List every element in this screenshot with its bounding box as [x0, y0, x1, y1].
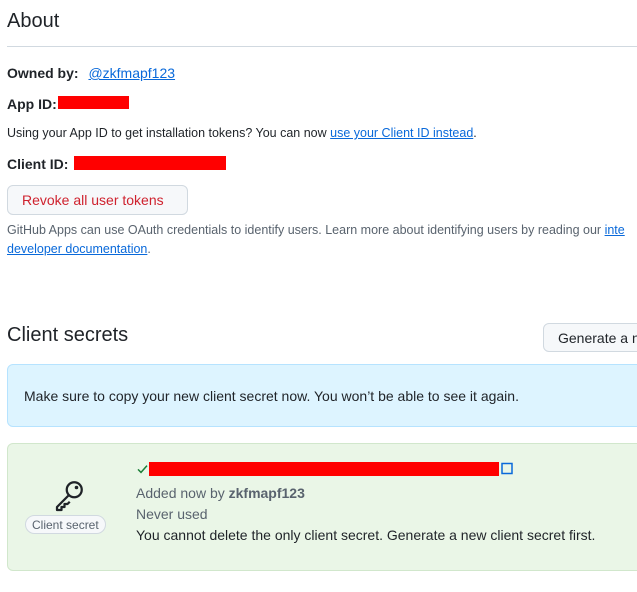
revoke-tokens-button[interactable]: Revoke all user tokens — [7, 185, 188, 215]
client-id-redacted — [74, 156, 226, 170]
oauth-link-start[interactable]: inte — [605, 223, 625, 237]
client-secrets-heading: Client secrets — [7, 324, 129, 346]
added-by-line: Added now by zkfmapf123 — [136, 485, 305, 501]
client-secret-redacted — [149, 462, 499, 476]
oauth-end: . — [147, 242, 151, 256]
app-id-redacted — [58, 96, 129, 109]
about-heading: About — [7, 10, 60, 32]
flash-notice: Make sure to copy your new client secret… — [7, 364, 637, 427]
client-id-notice-link[interactable]: use your Client ID instead — [330, 126, 473, 140]
client-id-notice: Using your App ID to get installation to… — [7, 126, 477, 140]
delete-notice: You cannot delete the only client secret… — [136, 527, 596, 543]
generate-secret-button[interactable]: Generate a ne — [543, 323, 637, 352]
client-id-notice-end: . — [473, 126, 477, 140]
copy-icon[interactable] — [501, 462, 513, 475]
usage-status: Never used — [136, 506, 208, 522]
added-text: Added now by — [136, 485, 229, 501]
client-id-row: Client ID: — [7, 156, 68, 172]
added-by-user: zkfmapf123 — [228, 485, 305, 501]
owned-by-label: Owned by: — [7, 65, 79, 81]
client-secret-label: Client secret — [25, 515, 106, 534]
app-id-row: App ID: — [7, 96, 57, 112]
divider — [7, 46, 637, 47]
owned-by-row: Owned by: @zkfmapf123 — [7, 65, 175, 81]
app-id-label: App ID: — [7, 96, 57, 112]
key-icon — [55, 481, 83, 512]
client-id-notice-text: Using your App ID to get installation to… — [7, 126, 331, 140]
owner-link[interactable]: @zkfmapf123 — [88, 65, 175, 81]
oauth-link-docs[interactable]: developer documentation — [7, 242, 147, 256]
oauth-description: GitHub Apps can use OAuth credentials to… — [7, 221, 637, 259]
oauth-text: GitHub Apps can use OAuth credentials to… — [7, 223, 605, 237]
check-icon — [137, 465, 148, 474]
flash-message: Make sure to copy your new client secret… — [24, 387, 519, 404]
client-secret-card: Client secret Added now by zkfmapf123 Ne… — [7, 443, 637, 571]
client-id-label: Client ID: — [7, 156, 69, 172]
